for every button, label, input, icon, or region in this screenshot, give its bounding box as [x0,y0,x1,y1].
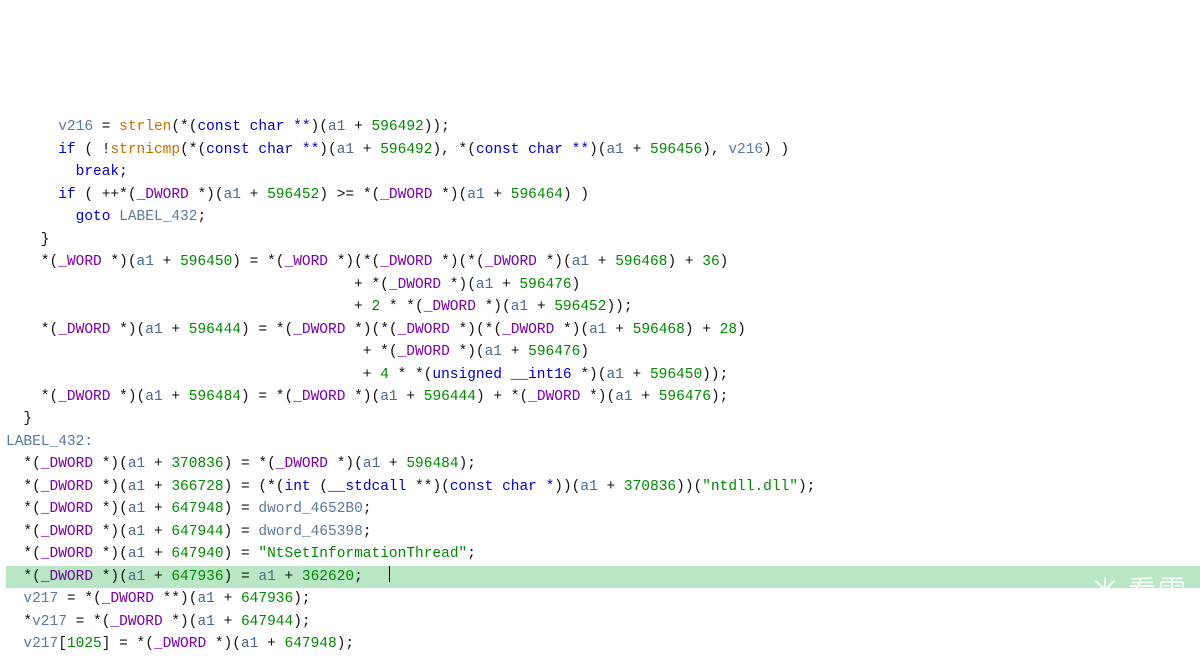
type: const char ** [197,119,310,135]
string-ntdll: "ntdll.dll" [702,479,798,495]
fn-strlen: strlen [119,119,171,135]
watermark: 看雪 [1090,569,1188,612]
line: v216 = strlen(*(const char **)(a1 + 5964… [6,119,450,135]
highlighted-line[interactable]: *(_DWORD *)(a1 + 647936) = a1 + 362620; [6,566,1200,588]
string-ntset: "NtSetInformationThread" [258,546,467,562]
line: *(_DWORD *)(a1 + 366728) = (*(int (__std… [6,479,815,495]
line: *(_DWORD *)(a1 + 647948) = dword_4652B0; [6,501,372,517]
line: *(_DWORD *)(a1 + 370836) = *(_DWORD *)(a… [6,456,476,472]
param: a1 [328,119,345,135]
line: if ( ++*(_DWORD *)(a1 + 596452) >= *(_DW… [6,187,589,203]
line: + *(_DWORD *)(a1 + 596476) [6,344,589,360]
line: } [6,232,50,248]
line: *(_DWORD *)(a1 + 596484) = *(_DWORD *)(a… [6,389,728,405]
line: *(_DWORD *)(a1 + 647944) = dword_465398; [6,524,372,540]
line: *(_DWORD *)(a1 + 647940) = "NtSetInforma… [6,546,476,562]
line: + 4 * *(unsigned __int16 *)(a1 + 596450)… [6,367,728,383]
line: *(_DWORD *)(a1 + 596444) = *(_DWORD *)(*… [6,322,746,338]
text-cursor [389,566,390,582]
var: v216 [58,119,93,135]
watermark-text: 看雪 [1128,569,1188,612]
code-view: v216 = strlen(*(const char **)(a1 + 5964… [0,112,1200,656]
line: *(_WORD *)(a1 + 596450) = *(_WORD *)(*(_… [6,254,728,270]
line: goto LABEL_432; [6,209,206,225]
line: *v217 = *(_DWORD *)(a1 + 647944); [6,614,311,630]
snowflake-icon [1090,575,1120,605]
line: if ( !strnicmp(*(const char **)(a1 + 596… [6,142,789,158]
line: + 2 * *(_DWORD *)(a1 + 596452)); [6,299,633,315]
line: v217 = *(_DWORD **)(a1 + 647936); [6,591,311,607]
label: LABEL_432: [6,434,93,450]
fn-strnicmp: strnicmp [110,142,180,158]
line: + *(_DWORD *)(a1 + 596476) [6,277,580,293]
line: break; [6,164,128,180]
line: v217[1025] = *(_DWORD *)(a1 + 647948); [6,636,354,652]
line: } [6,411,32,427]
